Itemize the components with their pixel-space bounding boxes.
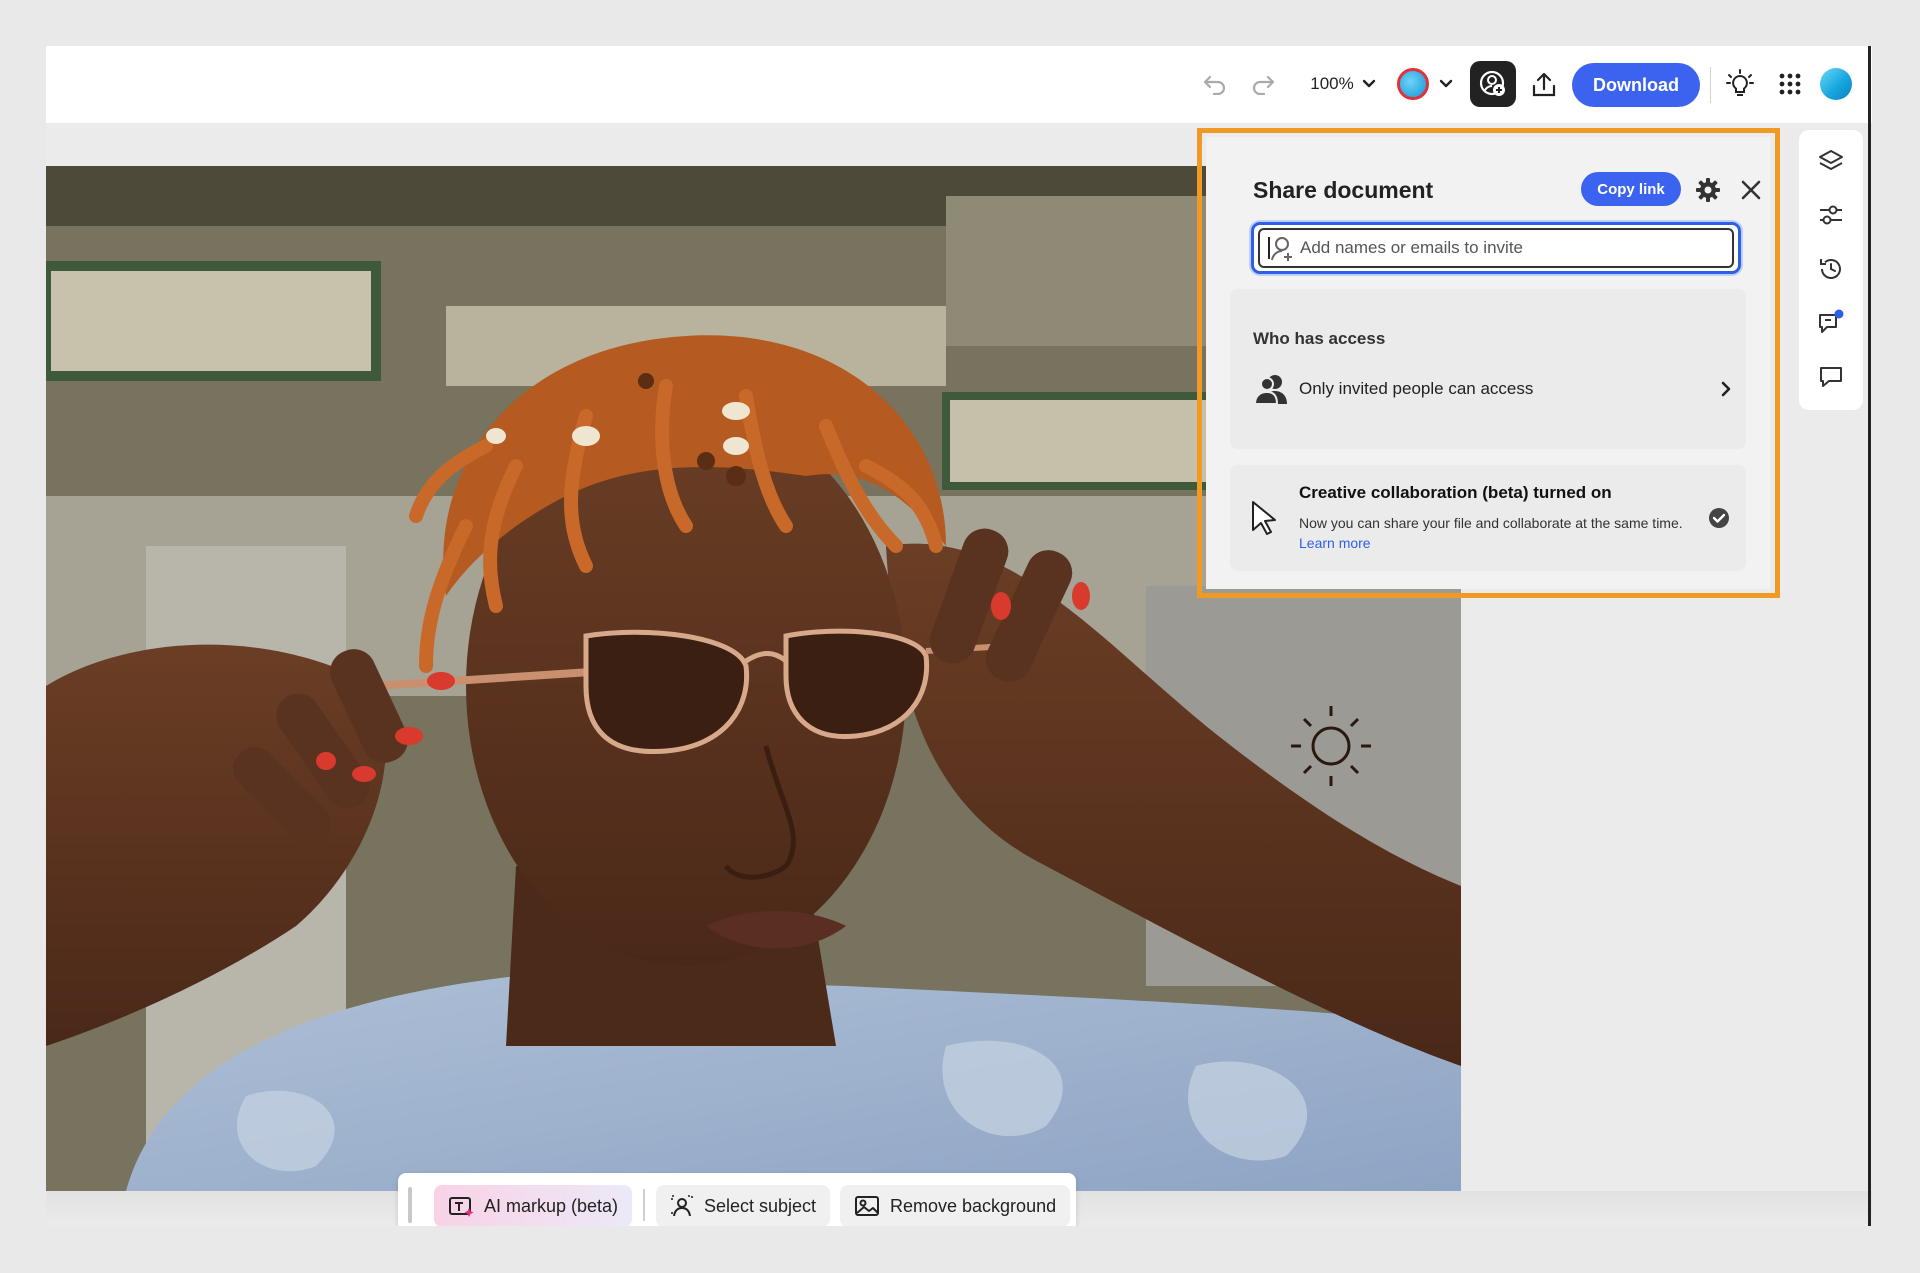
select-subject-icon [671, 1195, 693, 1217]
cursor-icon [1252, 501, 1276, 535]
lightbulb-icon[interactable] [1722, 66, 1758, 102]
toolbar-divider [643, 1189, 645, 1221]
access-option-label: Only invited people can access [1299, 379, 1534, 398]
drag-handle[interactable] [408, 1187, 412, 1223]
gear-icon[interactable] [1694, 176, 1722, 204]
checkmark-icon [1709, 508, 1729, 528]
color-picker[interactable] [1392, 66, 1458, 102]
adjustments-icon[interactable] [1816, 200, 1846, 230]
copy-link-button[interactable]: Copy link [1581, 172, 1681, 206]
undo-icon[interactable] [1198, 68, 1230, 100]
comment-icon[interactable] [1816, 362, 1846, 392]
invite-field[interactable] [1251, 222, 1741, 274]
top-toolbar: 100% Download [46, 46, 1872, 123]
people-icon [1253, 375, 1287, 405]
share-document-panel: Share document Copy link Who has access … [1206, 137, 1770, 589]
chevron-right-icon [1721, 381, 1731, 397]
upload-icon[interactable] [1526, 66, 1562, 102]
history-icon[interactable] [1816, 254, 1846, 284]
comments-notification-icon[interactable] [1816, 308, 1846, 338]
layers-icon[interactable] [1816, 146, 1846, 176]
app-window: 100% Download Share document Copy link A… [46, 46, 1872, 1226]
ai-markup-label: AI markup (beta) [484, 1195, 619, 1216]
share-collaborate-button[interactable] [1470, 61, 1516, 107]
image-icon [855, 1196, 879, 1216]
zoom-level: 100% [1310, 74, 1354, 93]
color-swatch-icon [1397, 68, 1429, 100]
learn-more-link[interactable]: Learn more [1299, 535, 1371, 551]
user-avatar[interactable] [1820, 68, 1852, 100]
zoom-dropdown[interactable]: 100% [1302, 68, 1384, 100]
side-rail [1799, 130, 1863, 410]
share-collaborate-icon [1479, 70, 1505, 96]
select-subject-button[interactable]: Select subject [656, 1185, 831, 1226]
ai-markup-button[interactable]: AI markup (beta) [434, 1185, 633, 1226]
invite-input[interactable] [1300, 238, 1732, 258]
contextual-toolbar: AI markup (beta) Select subject Remove b… [398, 1173, 1076, 1226]
toolbar-divider [1710, 67, 1711, 103]
collab-description: Now you can share your file and collabor… [1299, 513, 1699, 553]
window-edge [1868, 46, 1871, 1226]
app-grid-icon[interactable] [1772, 66, 1808, 102]
select-subject-label: Select subject [704, 1195, 817, 1216]
chevron-down-icon [1439, 79, 1453, 88]
add-person-icon [1268, 237, 1292, 261]
who-has-access-section: Who has access Only invited people can a… [1230, 289, 1746, 449]
collab-description-text: Now you can share your file and collabor… [1299, 515, 1683, 531]
download-button[interactable]: Download [1572, 63, 1700, 107]
remove-background-button[interactable]: Remove background [840, 1185, 1071, 1226]
ai-markup-icon [449, 1197, 474, 1217]
remove-background-label: Remove background [890, 1195, 1057, 1216]
who-has-access-heading: Who has access [1253, 329, 1386, 348]
panel-title: Share document [1253, 177, 1434, 203]
collab-title: Creative collaboration (beta) turned on [1299, 483, 1612, 502]
chevron-down-icon [1362, 79, 1375, 88]
close-icon[interactable] [1738, 177, 1764, 203]
invite-field-inner [1258, 228, 1734, 268]
access-level-selector[interactable]: Only invited people can access [1253, 367, 1733, 411]
collaboration-notice: Creative collaboration (beta) turned on … [1230, 465, 1746, 571]
redo-icon[interactable] [1248, 68, 1280, 100]
